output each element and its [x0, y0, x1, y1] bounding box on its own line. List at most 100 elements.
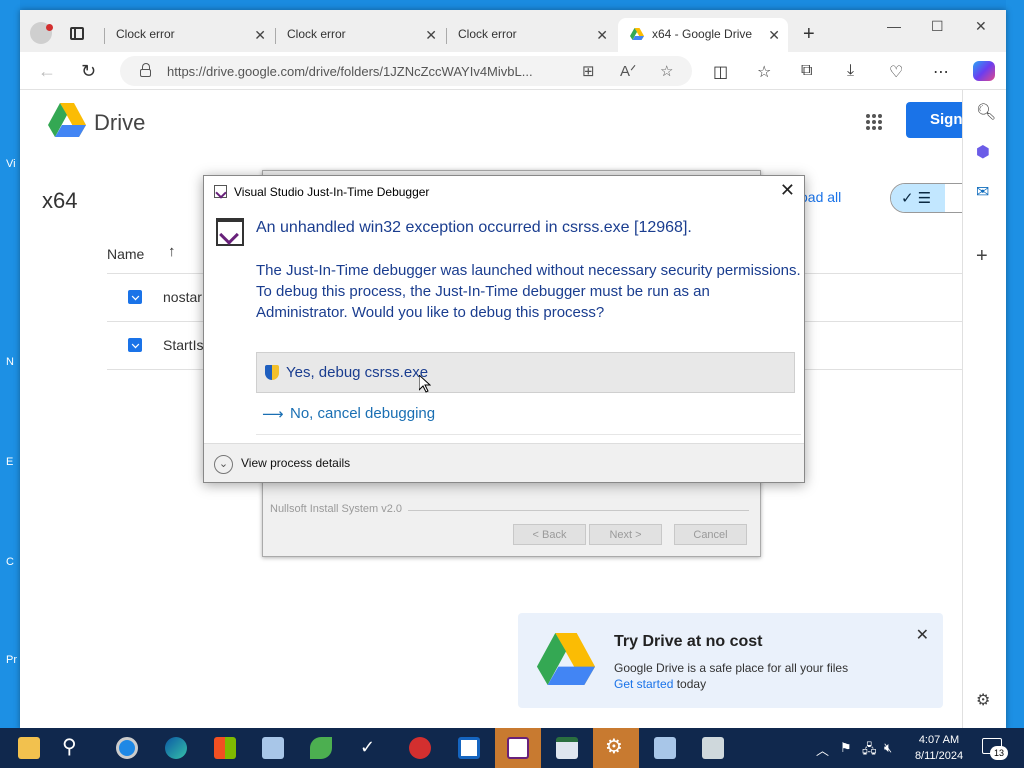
column-header-name[interactable]: Name	[107, 246, 144, 262]
close-window-icon[interactable]: ✕	[975, 18, 987, 35]
favorites-icon[interactable]: ☆	[757, 62, 771, 82]
address-bar[interactable]: https://drive.google.com/drive/folders/1…	[120, 56, 692, 86]
split-screen-icon[interactable]: ◫	[713, 62, 728, 82]
chevron-down-icon[interactable]: ⌄	[214, 455, 233, 474]
desktop-left-edge: Vi N E C Pr	[0, 0, 20, 730]
file-explorer-button[interactable]	[6, 728, 52, 768]
red-app-button[interactable]	[397, 728, 443, 768]
installer-app-button-2[interactable]	[642, 728, 688, 768]
more-menu-icon[interactable]: ⋯	[933, 62, 949, 82]
app-available-icon[interactable]: ⊞	[582, 62, 595, 80]
google-apps-icon[interactable]	[866, 114, 882, 130]
uac-shield-icon	[265, 365, 279, 380]
close-icon[interactable]: ✕	[780, 180, 795, 201]
package-app-button[interactable]	[690, 728, 736, 768]
download-all-link[interactable]: oad all	[800, 189, 841, 205]
lock-icon[interactable]	[140, 63, 151, 77]
edge-sidebar: 🔍︎ ⬢ ✉ + ⚙	[962, 90, 1006, 730]
search-icon[interactable]: 🔍︎	[976, 102, 996, 122]
back-icon[interactable]: ←	[38, 61, 56, 82]
minimize-icon[interactable]: —	[887, 18, 901, 34]
back-button[interactable]: < Back	[513, 524, 586, 545]
tab-clock-error-2[interactable]: Clock error ✕	[275, 18, 445, 52]
shield-icon	[458, 737, 480, 759]
tab-label: Clock error	[116, 27, 175, 41]
divider	[256, 434, 801, 435]
windows-flag-tray-icon[interactable]: ⚑	[840, 740, 852, 756]
process-details-bar[interactable]: ⌄ View process details	[204, 443, 804, 482]
tab-clock-error-1[interactable]: Clock error ✕	[104, 18, 274, 52]
close-tab-icon[interactable]: ✕	[768, 27, 780, 44]
dialog-title: Visual Studio Just-In-Time Debugger	[234, 185, 430, 199]
red-app-icon	[409, 737, 431, 759]
pen-app-button[interactable]: ✓	[348, 728, 394, 768]
notification-count-badge: 13	[990, 746, 1008, 760]
view-details-label[interactable]: View process details	[241, 456, 350, 470]
edge-button[interactable]	[153, 728, 199, 768]
try-card-title: Try Drive at no cost	[614, 633, 763, 650]
google-drive-favicon	[630, 28, 644, 40]
cancel-button[interactable]: Cancel	[674, 524, 747, 545]
next-button[interactable]: Next >	[589, 524, 662, 545]
dialog-message: The Just-In-Time debugger was launched w…	[256, 262, 801, 321]
tab-google-drive[interactable]: x64 - Google Drive ✕	[618, 18, 788, 52]
read-aloud-icon[interactable]: Aᐟ	[620, 62, 636, 80]
chrome-button[interactable]	[104, 728, 150, 768]
list-view-icon[interactable]: ✓ ☰	[891, 184, 945, 212]
visual-studio-icon	[216, 218, 244, 246]
folder-title: x64	[42, 188, 78, 213]
volume-muted-icon[interactable]: 🔇︎	[884, 740, 892, 756]
leaf-app-button[interactable]	[298, 728, 344, 768]
favorite-star-icon[interactable]: ☆	[660, 62, 673, 80]
installer-app-button[interactable]	[250, 728, 296, 768]
no-cancel-button[interactable]: ⟶ No, cancel debugging	[262, 405, 435, 423]
tab-actions-icon[interactable]	[70, 27, 84, 40]
arrow-right-icon: ⟶	[262, 406, 284, 423]
close-tab-icon[interactable]: ✕	[596, 27, 608, 44]
collections-icon[interactable]: ⧉	[801, 62, 812, 80]
desktop-icon-label[interactable]: E	[6, 456, 13, 468]
outlook-icon[interactable]: ✉	[976, 182, 989, 202]
close-icon[interactable]: ✕	[916, 625, 929, 645]
search-icon: ⚲	[62, 736, 77, 758]
desktop-icon-label[interactable]: Pr	[6, 654, 17, 666]
system-clock[interactable]: 4:07 AM 8/11/2024	[904, 732, 974, 764]
copilot-icon[interactable]	[973, 61, 995, 81]
network-icon[interactable]: 🖧︎	[862, 740, 877, 762]
no-cancel-label: No, cancel debugging	[290, 405, 436, 422]
browser-essentials-icon[interactable]: ♡	[889, 62, 903, 82]
drive-logo-text[interactable]: Drive	[94, 110, 145, 136]
windows-app-button[interactable]	[202, 728, 248, 768]
taskbar: ⚲ ✓ ⚙ ︿ ⚑ 🖧︎ 🔇︎ 4:07 AM 8/11/2024 13	[0, 728, 1024, 768]
new-tab-icon[interactable]: +	[803, 23, 815, 46]
google-drive-logo-icon[interactable]	[48, 103, 86, 137]
maximize-icon[interactable]: ☐	[931, 18, 944, 35]
chevron-up-icon[interactable]: ︿	[816, 740, 829, 759]
tab-bar: Clock error ✕ Clock error ✕ Clock error …	[20, 10, 1006, 52]
close-tab-icon[interactable]: ✕	[425, 27, 437, 44]
yes-debug-button[interactable]: Yes, debug csrss.exe	[256, 352, 795, 393]
browser-toolbar: ← ↻ https://drive.google.com/drive/folde…	[20, 52, 1006, 90]
desktop-icon-label[interactable]: C	[6, 556, 14, 568]
add-app-icon[interactable]: +	[976, 245, 988, 268]
close-tab-icon[interactable]: ✕	[254, 27, 266, 44]
get-started-link[interactable]: Get started	[614, 677, 673, 691]
refresh-icon[interactable]: ↻	[81, 61, 96, 82]
file-type-icon	[128, 290, 142, 304]
shield-app-button[interactable]	[446, 728, 492, 768]
settings-gear-icon[interactable]: ⚙	[976, 690, 990, 710]
search-button[interactable]: ⚲	[50, 728, 96, 768]
windows-flag-icon	[214, 737, 236, 759]
file-name[interactable]: nostar	[163, 289, 202, 305]
desktop-icon-label[interactable]: N	[6, 356, 14, 368]
gear-icon: ⚙	[605, 736, 623, 758]
visual-studio-debugger-button[interactable]	[495, 728, 541, 768]
downloads-icon[interactable]: ⤓	[847, 62, 854, 80]
copilot-app-icon[interactable]: ⬢	[976, 142, 990, 162]
file-name[interactable]: StartIs	[163, 337, 203, 353]
terminal-app-button[interactable]	[544, 728, 590, 768]
tab-clock-error-3[interactable]: Clock error ✕	[446, 18, 616, 52]
sort-arrow-up-icon[interactable]: ↑	[168, 243, 176, 260]
desktop-icon-label[interactable]: Vi	[6, 158, 16, 170]
settings-button[interactable]: ⚙	[593, 728, 639, 768]
